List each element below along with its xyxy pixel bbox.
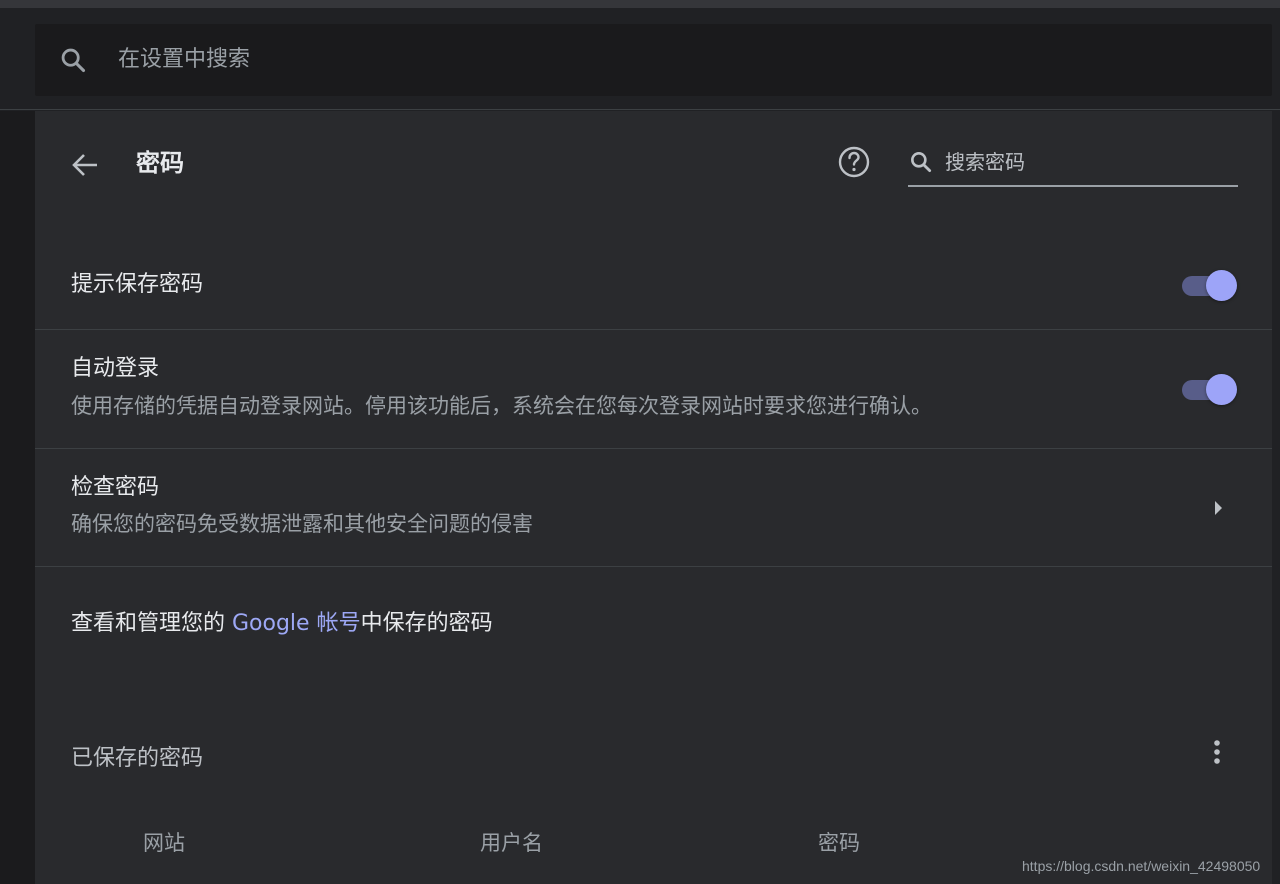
check-passwords-description: 确保您的密码免受数据泄露和其他安全问题的侵害 — [71, 512, 533, 536]
offer-to-save-toggle[interactable] — [1180, 270, 1237, 301]
more-vert-icon[interactable] — [1202, 737, 1232, 767]
passwords-card: 密码 搜索密码 提示保存密码 自动登录 使用存储的凭据自动登录网站。停用该功能后… — [35, 111, 1272, 884]
browser-top-strip — [0, 0, 1280, 8]
page-title: 密码 — [136, 149, 184, 177]
column-header-username: 用户名 — [480, 831, 543, 855]
column-header-password: 密码 — [818, 831, 860, 855]
toggle-knob — [1206, 374, 1237, 405]
watermark-text: https://blog.csdn.net/weixin_42498050 — [1022, 858, 1261, 874]
password-search-field[interactable]: 搜索密码 — [908, 141, 1238, 187]
page-header: 密码 搜索密码 — [35, 111, 1272, 221]
divider — [35, 566, 1272, 567]
settings-toolbar: 在设置中搜索 — [0, 8, 1280, 110]
help-icon[interactable] — [835, 143, 873, 181]
left-gutter — [0, 111, 35, 884]
auto-signin-row: 自动登录 使用存储的凭据自动登录网站。停用该功能后，系统会在您每次登录网站时要求… — [35, 329, 1272, 448]
auto-signin-label: 自动登录 — [71, 356, 160, 381]
search-icon — [911, 152, 932, 173]
right-gutter — [1272, 111, 1280, 884]
auto-signin-description: 使用存储的凭据自动登录网站。停用该功能后，系统会在您每次登录网站时要求您进行确认… — [71, 394, 932, 418]
offer-to-save-row: 提示保存密码 — [35, 221, 1272, 329]
offer-to-save-label: 提示保存密码 — [71, 272, 204, 297]
settings-search-box[interactable]: 在设置中搜索 — [35, 24, 1272, 96]
google-account-suffix: 中保存的密码 — [360, 611, 493, 636]
check-passwords-label: 检查密码 — [71, 475, 160, 500]
google-account-text: 查看和管理您的 Google 帐号中保存的密码 — [71, 608, 493, 640]
password-search-placeholder: 搜索密码 — [945, 150, 1025, 174]
settings-search-placeholder: 在设置中搜索 — [118, 47, 251, 72]
google-account-prefix: 查看和管理您的 — [71, 611, 232, 636]
saved-passwords-heading: 已保存的密码 — [71, 746, 204, 771]
back-arrow-icon[interactable] — [65, 145, 105, 185]
search-icon — [61, 48, 86, 73]
chevron-right-icon[interactable] — [1207, 496, 1231, 520]
toggle-knob — [1206, 270, 1237, 301]
auto-signin-toggle[interactable] — [1180, 374, 1237, 405]
check-passwords-row[interactable]: 检查密码 确保您的密码免受数据泄露和其他安全问题的侵害 — [35, 448, 1272, 566]
google-account-link[interactable]: Google 帐号 — [232, 611, 361, 636]
column-header-website: 网站 — [143, 831, 185, 855]
